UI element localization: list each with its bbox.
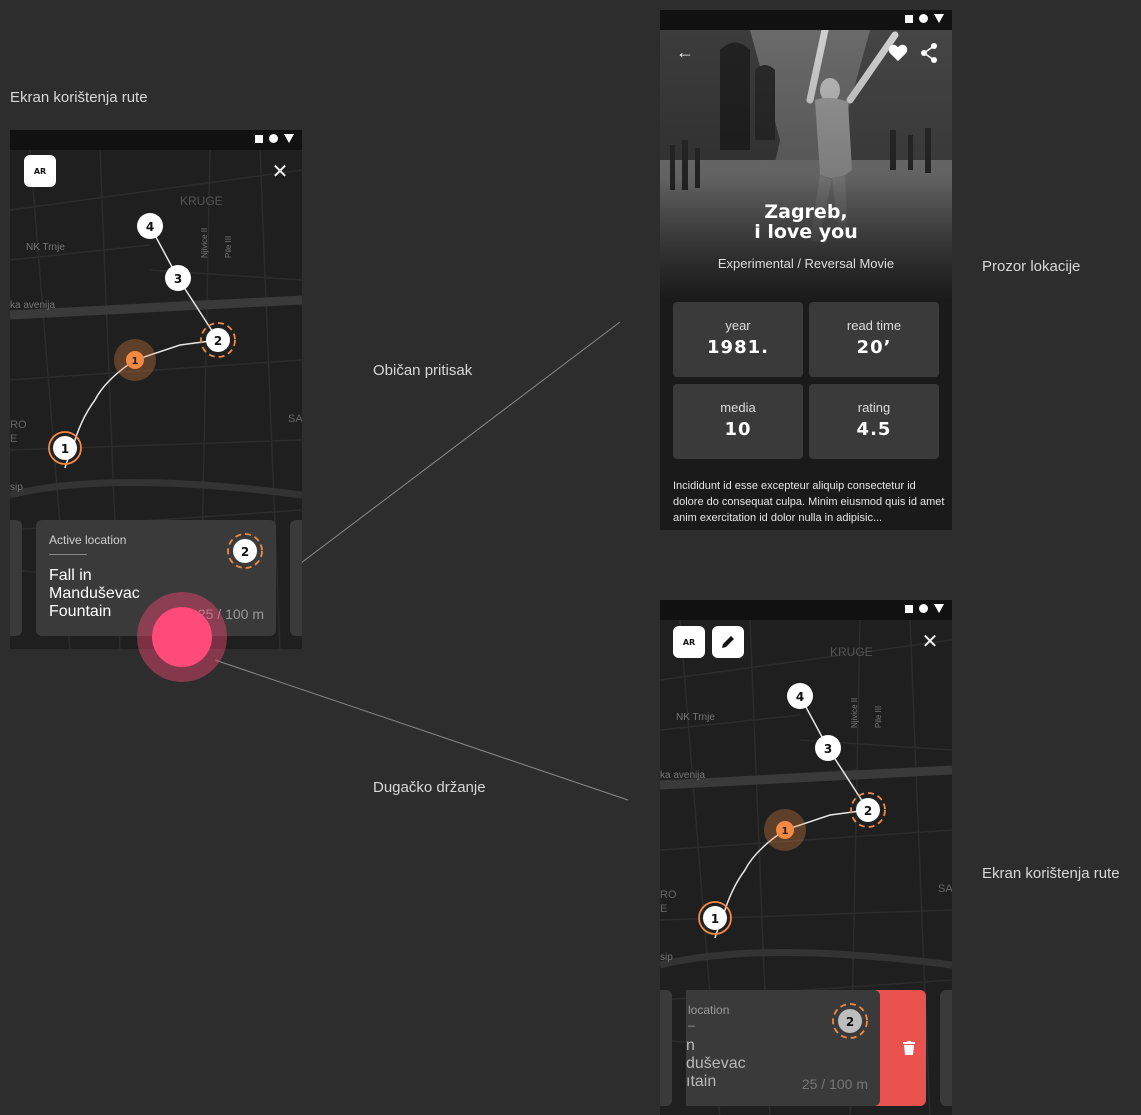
svg-text:4: 4: [146, 220, 154, 234]
previous-card[interactable]: [660, 990, 672, 1106]
triangle-icon: [284, 134, 294, 143]
marker-1[interactable]: 1: [698, 901, 732, 935]
active-location-label: location: [688, 1003, 730, 1017]
location-subtitle: Experimental / Reversal Movie: [717, 256, 895, 271]
label-location-window: Prozor lokacije: [982, 258, 1081, 275]
previous-card[interactable]: [10, 520, 22, 636]
ar-button[interactable]: AR: [24, 155, 56, 187]
next-card[interactable]: [940, 990, 952, 1106]
label-right-screen: Ekran korištenja rute: [982, 865, 1120, 882]
status-bar: [660, 600, 952, 620]
square-icon: [905, 14, 913, 23]
svg-text:4: 4: [796, 690, 804, 704]
circle-icon: [919, 14, 928, 23]
edit-button[interactable]: [712, 626, 744, 658]
stat-rating: rating 4.5: [809, 384, 939, 459]
distance-text: 25 / 100 m: [801, 1076, 868, 1092]
stat-read-time: read time 20’: [809, 302, 939, 377]
triangle-icon: [934, 604, 944, 613]
location-number-badge: 2: [832, 1003, 868, 1039]
label-left-screen: Ekran korištenja rute: [10, 89, 148, 106]
marker-2[interactable]: 2: [850, 792, 886, 828]
square-icon: [255, 134, 263, 143]
location-title: Zagreb, i love you: [754, 201, 858, 243]
location-number-badge: 2: [227, 533, 263, 569]
back-arrow-icon[interactable]: ←: [675, 42, 695, 62]
svg-text:1: 1: [711, 912, 719, 926]
stat-media: media 10: [673, 384, 803, 459]
divider: –: [688, 1018, 695, 1032]
share-icon[interactable]: [920, 43, 938, 63]
stat-year: year 1981.: [673, 302, 803, 377]
location-title: n duševac ıtain: [686, 1037, 746, 1090]
marker-2[interactable]: 2: [200, 322, 236, 358]
heart-icon[interactable]: [888, 44, 908, 62]
svg-text:2: 2: [241, 545, 249, 559]
location-title: Fall in Manduševac Fountain: [49, 567, 140, 620]
label-long-press: Dugačko držanje: [373, 779, 486, 796]
circle-icon: [269, 134, 278, 143]
marker-4[interactable]: 4: [137, 213, 163, 239]
marker-4[interactable]: 4: [787, 683, 813, 709]
svg-text:3: 3: [174, 272, 182, 286]
pencil-icon: [722, 636, 734, 648]
marker-3[interactable]: 3: [165, 265, 191, 291]
marker-3[interactable]: 3: [815, 735, 841, 761]
triangle-icon: [934, 14, 944, 23]
location-detail-phone: ← Zagreb, i love you Experimental / Reve…: [660, 10, 952, 530]
location-description: Incididunt id esse excepteur aliquip con…: [673, 480, 945, 524]
divider: [49, 554, 87, 555]
svg-text:3: 3: [824, 742, 832, 756]
touch-indicator: [152, 607, 212, 667]
next-card[interactable]: [290, 520, 302, 636]
active-location-label: Active location: [49, 533, 127, 547]
trash-icon: [903, 1041, 915, 1055]
route-screen-phone: KRUGE NK Trnje ka avenija sip RO E SA Nj…: [10, 130, 302, 649]
ar-button[interactable]: AR: [673, 626, 705, 658]
svg-text:2: 2: [846, 1015, 854, 1029]
label-tap: Običan pritisak: [373, 362, 473, 379]
svg-text:2: 2: [864, 804, 872, 818]
marker-1[interactable]: 1: [48, 431, 82, 465]
square-icon: [905, 604, 913, 613]
close-icon[interactable]: ✕: [270, 162, 290, 182]
close-icon[interactable]: ✕: [920, 632, 940, 652]
route-screen-edit-phone: KRUGE NK Trnje ka avenija sip RO E SA Nj…: [660, 600, 952, 1115]
status-bar: [660, 10, 952, 30]
dragged-location-card[interactable]: location – n duševac ıtain 25 / 100 m 2: [686, 990, 880, 1106]
svg-text:2: 2: [214, 334, 222, 348]
circle-icon: [919, 604, 928, 613]
status-bar: [10, 130, 302, 150]
svg-text:1: 1: [61, 442, 69, 456]
